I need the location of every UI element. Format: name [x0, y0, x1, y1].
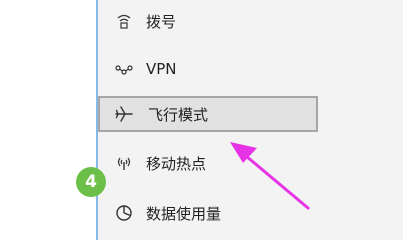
- data-usage-icon: [114, 204, 134, 222]
- nav-item-label: 飞行模式: [148, 106, 209, 124]
- nav-item-label: 移动热点: [146, 155, 207, 173]
- nav-item-mobile-hotspot[interactable]: 移动热点: [98, 145, 318, 181]
- nav-item-label: 拨号: [146, 13, 177, 31]
- settings-nav-panel: 拨号 VPN 飞行模式 移动热点 数据使用量: [98, 0, 403, 240]
- nav-item-dialup[interactable]: 拨号: [98, 3, 318, 39]
- nav-item-vpn[interactable]: VPN: [98, 52, 318, 88]
- nav-item-airplane-mode[interactable]: 飞行模式: [98, 96, 318, 132]
- hotspot-icon: [114, 154, 134, 172]
- nav-item-data-usage[interactable]: 数据使用量: [98, 195, 318, 231]
- nav-item-label: 数据使用量: [146, 205, 222, 223]
- left-pane: [0, 0, 97, 240]
- nav-item-label: VPN: [146, 60, 177, 78]
- dialup-icon: [114, 12, 134, 30]
- airplane-icon: [114, 105, 134, 123]
- vpn-icon: [114, 61, 134, 79]
- step-number-badge: 4: [76, 167, 106, 197]
